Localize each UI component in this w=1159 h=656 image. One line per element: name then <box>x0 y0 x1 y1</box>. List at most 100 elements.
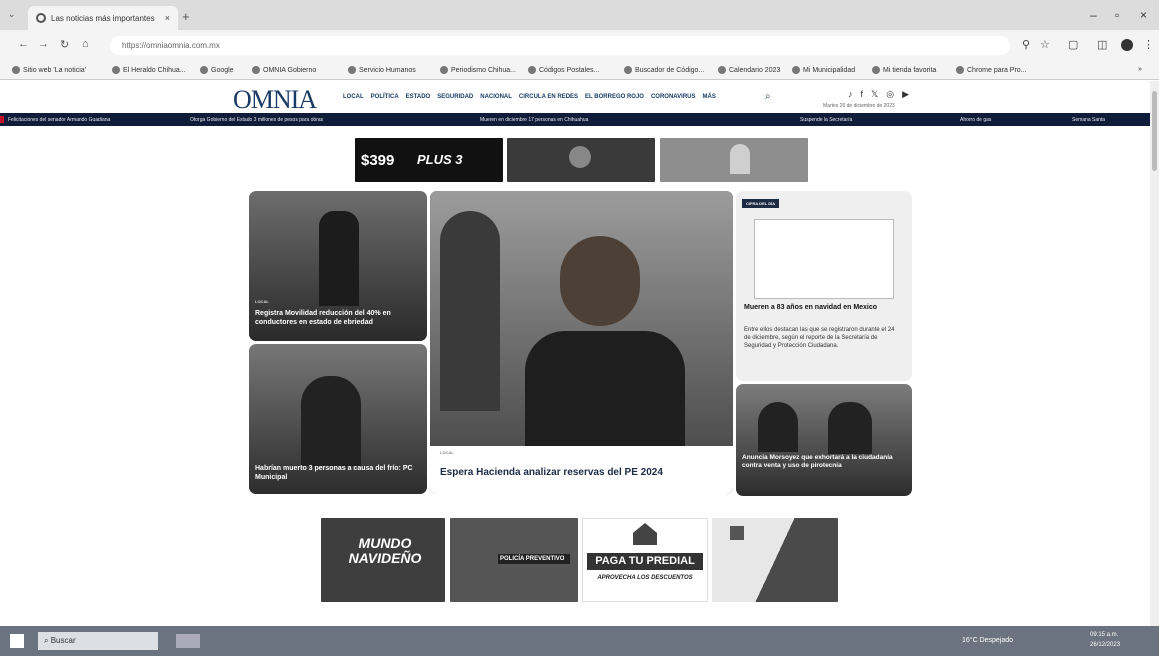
bookmark-item[interactable]: Chrome para Pro... <box>956 66 1027 74</box>
ad-price: $399 <box>361 152 395 169</box>
site-nav-item[interactable]: MÁS <box>703 94 716 100</box>
ticker-item[interactable]: Semana Santa <box>1072 117 1105 123</box>
site-nav-item[interactable]: CORONAVIRUS <box>651 94 696 100</box>
site-logo[interactable]: OMNIA <box>233 85 317 115</box>
card-headline[interactable]: Espera Hacienda analizar reservas del PE… <box>440 467 663 478</box>
bookmark-item[interactable]: Buscador de Código... <box>624 66 704 74</box>
page-scrollbar[interactable] <box>1150 81 1159 626</box>
x-icon[interactable]: 𝕏 <box>871 89 878 100</box>
active-tab[interactable]: Las noticias más importantes × <box>28 6 178 30</box>
tab-search-button[interactable]: ⌄ <box>8 9 16 20</box>
scrollbar-thumb[interactable] <box>1152 91 1157 171</box>
bookmark-item[interactable]: Periodismo Chihua... <box>440 66 516 74</box>
ticker-item[interactable]: Otorga Gobierno del Estado 3 millones de… <box>190 117 323 123</box>
card-headline[interactable]: Anuncia Morsoyez que exhortará a la ciud… <box>742 454 906 471</box>
bookmark-favicon-icon <box>956 66 964 74</box>
menu-kebab-icon[interactable]: ⋮ <box>1143 38 1154 51</box>
ad-policia[interactable]: POLICÍA PREVENTIVO <box>450 518 578 602</box>
news-card-cifra[interactable]: CIFRA DEL DÍA Mueren a 83 años en navida… <box>736 191 912 381</box>
bookmark-item[interactable]: Sitio web 'La noticia' <box>12 66 86 74</box>
bookmark-label: Mi tienda favorita <box>883 66 937 74</box>
featured-caption: LOCAL Espera Hacienda analizar reservas … <box>430 446 733 494</box>
ad-mundo-text: MUNDO NAVIDEÑO <box>348 535 422 566</box>
bookmark-item[interactable]: Calendario 2023 <box>718 66 780 74</box>
card-tag: CIFRA DEL DÍA <box>742 199 780 208</box>
ticker-item[interactable]: Felicitaciones del senador Armando Guadi… <box>8 117 110 123</box>
ad-mundo-navideno[interactable]: MUNDO NAVIDEÑO <box>321 518 445 602</box>
bookmark-label: El Heraldo Chihua... <box>123 66 186 74</box>
clock-date[interactable]: 26/12/2023 <box>1090 642 1120 648</box>
site-nav-item[interactable]: EL BORREGO ROJO <box>585 94 644 100</box>
ticker-item[interactable]: Mueren en diciembre 17 personas en Chihu… <box>480 117 588 123</box>
extensions-icon[interactable]: ▢ <box>1068 38 1078 51</box>
home-button[interactable]: ⌂ <box>82 38 89 50</box>
social-links: ♪ f 𝕏 ◎ ▶ <box>848 89 909 100</box>
bookmark-item[interactable]: El Heraldo Chihua... <box>112 66 186 74</box>
card-headline[interactable]: Registra Movilidad reducción del 40% en … <box>255 309 421 327</box>
site-nav-item[interactable]: SEGURIDAD <box>437 94 473 100</box>
minimize-button[interactable]: – <box>1090 8 1097 22</box>
bookmark-item[interactable]: Mi Municipalidad <box>792 66 855 74</box>
ad-banner-government[interactable] <box>507 138 655 182</box>
clock-time[interactable]: 09:15 a.m. <box>1090 632 1118 638</box>
profile-avatar[interactable] <box>1121 39 1133 51</box>
windows-start-icon[interactable] <box>10 634 24 648</box>
forward-button[interactable]: → <box>38 38 49 50</box>
taskbar-search-label: Buscar <box>50 636 76 645</box>
news-card-frio[interactable]: Habrían muerto 3 personas a causa del fr… <box>249 344 427 494</box>
bookmark-item[interactable]: Mi tienda favorita <box>872 66 936 74</box>
new-tab-button[interactable]: + <box>182 9 190 24</box>
ad-policia-text: POLICÍA PREVENTIVO <box>498 554 570 564</box>
back-button[interactable]: ← <box>18 38 29 50</box>
bookmarks-more-button[interactable]: » <box>1138 66 1142 73</box>
bookmark-item[interactable]: OMNIA Gobierno <box>252 66 316 74</box>
weather-text[interactable]: 16°C Despejado <box>962 637 1013 644</box>
site-nav-item[interactable]: POLÍTICA <box>371 94 399 100</box>
site-nav-item[interactable]: NACIONAL <box>480 94 512 100</box>
card-headline[interactable]: Mueren a 83 años en navidad en Mexico <box>744 303 904 312</box>
site-nav-item[interactable]: ESTADO <box>406 94 431 100</box>
news-card-pirotecnia[interactable]: Anuncia Morsoyez que exhortará a la ciud… <box>736 384 912 496</box>
ticker-item[interactable]: Suspende la Secretaría <box>800 117 852 123</box>
maximize-button[interactable]: ▫ <box>1115 8 1119 22</box>
windows-taskbar: ⌕ Buscar 16°C Despejado 09:15 a.m. 26/12… <box>0 626 1159 656</box>
ad-logo-icon <box>730 526 744 540</box>
instagram-icon[interactable]: ◎ <box>886 89 894 100</box>
bookmark-label: Chrome para Pro... <box>967 66 1027 74</box>
ticker-item[interactable]: Ahorro de gas <box>960 117 991 123</box>
ad-banner-plus[interactable]: $399 PLUS 3 <box>355 138 503 182</box>
bookmark-favicon-icon <box>12 66 20 74</box>
sidepanel-icon[interactable]: ◫ <box>1097 38 1107 51</box>
close-window-button[interactable]: × <box>1140 8 1147 22</box>
zoom-icon[interactable]: ⚲ <box>1022 38 1030 51</box>
ad-predial[interactable]: PAGA TU PREDIAL APROVECHA LOS DESCUENTOS <box>582 518 708 602</box>
bookmark-star-icon[interactable]: ☆ <box>1040 38 1050 51</box>
taskbar-search[interactable]: ⌕ Buscar <box>38 632 158 650</box>
tiktok-icon[interactable]: ♪ <box>848 89 853 100</box>
house-icon <box>633 523 657 545</box>
ad-predial-title: PAGA TU PREDIAL <box>587 553 703 570</box>
ad-price-suffix: PLUS 3 <box>417 152 463 167</box>
ad-banner-promo[interactable] <box>660 138 808 182</box>
news-card-featured[interactable]: LOCAL Espera Hacienda analizar reservas … <box>430 191 733 494</box>
facebook-icon[interactable]: f <box>861 89 864 100</box>
news-card-movilidad[interactable]: LOCAL Registra Movilidad reducción del 4… <box>249 191 427 341</box>
bookmark-item[interactable]: Google <box>200 66 234 74</box>
taskbar-app-icon[interactable] <box>176 634 200 648</box>
bookmark-item[interactable]: Servicio Humanos <box>348 66 416 74</box>
tab-close-icon[interactable]: × <box>165 13 170 23</box>
card-headline[interactable]: Habrían muerto 3 personas a causa del fr… <box>255 464 421 482</box>
bookmark-favicon-icon <box>348 66 356 74</box>
site-nav-item[interactable]: CIRCULA EN REDES <box>519 94 578 100</box>
site-nav-item[interactable]: LOCAL <box>343 94 364 100</box>
site-search-icon[interactable]: ⌕ <box>765 91 771 102</box>
youtube-icon[interactable]: ▶ <box>902 89 909 100</box>
address-bar[interactable]: https://omniaomnia.com.mx <box>110 36 1010 55</box>
site-date: Martes 26 de diciembre de 2023 <box>823 103 895 109</box>
bookmark-label: Periodismo Chihua... <box>451 66 516 74</box>
bookmark-item[interactable]: Códigos Postales... <box>528 66 599 74</box>
bookmark-label: Google <box>211 66 234 74</box>
ad-government-info[interactable] <box>712 518 838 602</box>
reload-button[interactable]: ↻ <box>60 38 69 51</box>
photo-speaker <box>301 376 361 466</box>
